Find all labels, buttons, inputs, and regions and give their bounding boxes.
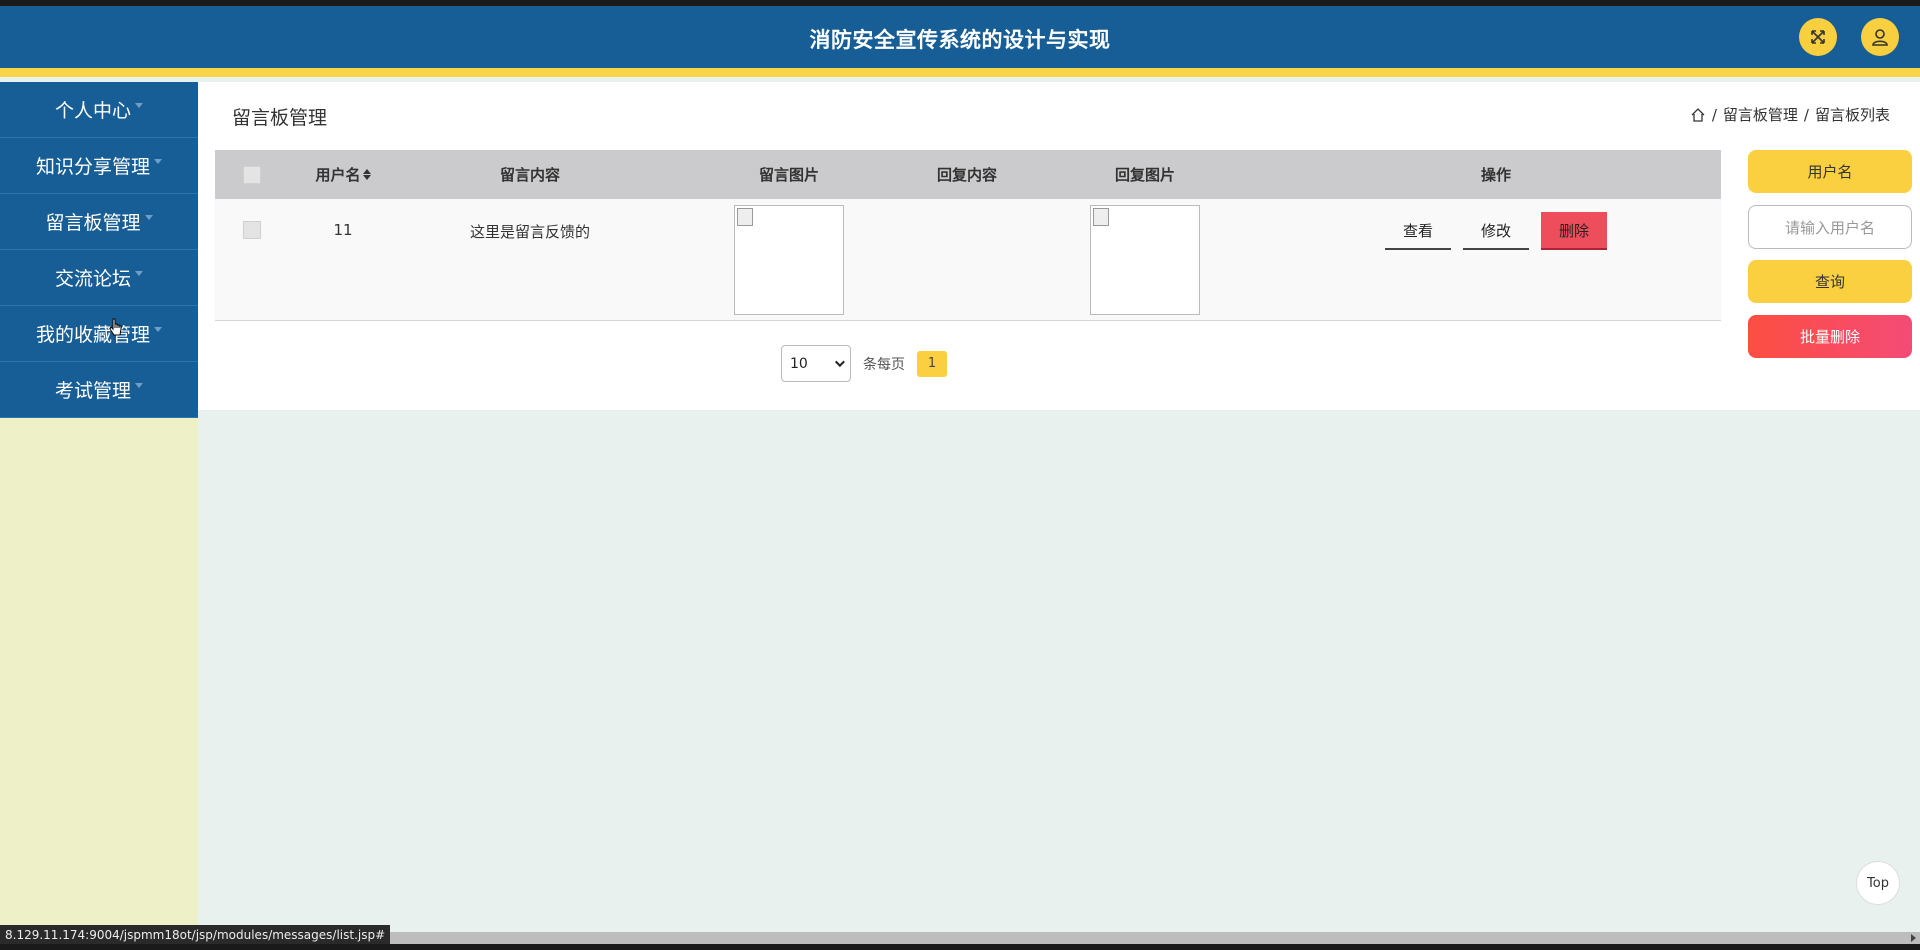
main-content: 留言板管理 / 留言板管理 / 留言板列表 用户名 留言内容 留言图片 回复内容…: [198, 82, 1920, 410]
page-number-current[interactable]: 1: [917, 350, 947, 377]
cell-username: 11: [333, 221, 353, 239]
cell-content: 这里是留言反馈的: [469, 223, 590, 241]
message-table: 用户名 留言内容 留言图片 回复内容 回复图片 操作 11 这里是留言反馈的 查…: [215, 150, 1721, 321]
caret-down-icon: [144, 215, 153, 220]
breadcrumb: / 留言板管理 / 留言板列表: [1690, 104, 1890, 125]
sidebar-item-label: 交流论坛: [54, 268, 131, 290]
sidebar-item-knowledge-share[interactable]: 知识分享管理: [0, 138, 198, 194]
reply-image: [1090, 205, 1200, 315]
back-to-top-button[interactable]: Top: [1856, 861, 1900, 905]
status-bar-url: 8.129.11.174:9004/jspmm18ot/jsp/modules/…: [0, 925, 391, 944]
column-header-content: 留言内容: [499, 166, 560, 184]
caret-down-icon: [135, 271, 143, 276]
home-icon[interactable]: [1690, 107, 1706, 123]
column-header-username[interactable]: 用户名: [289, 164, 397, 185]
select-all-checkbox[interactable]: [243, 165, 261, 184]
sidebar: 个人中心 知识分享管理 留言板管理 交流论坛 我的收藏管理 考试管理: [0, 82, 198, 934]
column-header-reply-image: 回复图片: [1114, 166, 1175, 184]
fullscreen-button[interactable]: [1799, 18, 1837, 56]
per-page-label: 条每页: [863, 356, 905, 373]
sidebar-item-forum[interactable]: 交流论坛: [0, 250, 198, 306]
query-button[interactable]: 查询: [1748, 260, 1912, 303]
page-size-value: 10: [790, 355, 808, 372]
page-size-select[interactable]: 10: [781, 345, 851, 382]
table-row: 11 这里是留言反馈的 查看 修改 删除: [215, 199, 1721, 321]
batch-delete-button[interactable]: 批量删除: [1748, 315, 1912, 358]
caret-down-icon: [154, 327, 162, 332]
column-header-image: 留言图片: [758, 166, 819, 184]
column-header-label: 用户名: [315, 166, 361, 184]
sidebar-item-label: 个人中心: [54, 100, 131, 122]
app-title: 消防安全宣传系统的设计与实现: [809, 28, 1111, 52]
cell-reply: [915, 199, 1019, 320]
sidebar-item-label: 留言板管理: [45, 212, 141, 234]
header-accent-bar: [0, 68, 1920, 77]
user-icon: [1872, 29, 1888, 46]
sidebar-item-label: 考试管理: [54, 380, 131, 402]
column-header-actions: 操作: [1480, 166, 1511, 184]
username-search-input[interactable]: 请输入用户名: [1748, 205, 1912, 249]
expand-icon: [1811, 30, 1825, 44]
mouse-cursor-icon: [109, 318, 122, 336]
caret-down-icon: [135, 103, 143, 108]
sidebar-item-exam[interactable]: 考试管理: [0, 362, 198, 418]
delete-button[interactable]: 删除: [1541, 212, 1607, 250]
breadcrumb-separator: /: [1803, 105, 1809, 124]
view-button[interactable]: 查看: [1385, 212, 1451, 250]
sidebar-item-personal-center[interactable]: 个人中心: [0, 82, 198, 138]
sidebar-item-favorites[interactable]: 我的收藏管理: [0, 306, 198, 362]
chevron-down-icon: [834, 357, 845, 368]
breadcrumb-message-board[interactable]: 留言板管理: [1723, 104, 1798, 125]
sidebar-item-message-board[interactable]: 留言板管理: [0, 194, 198, 250]
pagination: 10 条每页 1: [781, 345, 947, 382]
sidebar-item-label: 我的收藏管理: [35, 324, 150, 346]
breadcrumb-separator: /: [1711, 105, 1717, 124]
sort-icon[interactable]: [362, 169, 371, 180]
user-button[interactable]: [1861, 18, 1899, 56]
caret-down-icon: [135, 383, 143, 388]
edit-button[interactable]: 修改: [1463, 212, 1529, 250]
username-label-button: 用户名: [1748, 150, 1912, 193]
row-checkbox[interactable]: [243, 221, 261, 239]
search-panel: 用户名 请输入用户名 查询 批量删除: [1748, 150, 1912, 370]
table-header: 用户名 留言内容 留言图片 回复内容 回复图片 操作: [215, 150, 1721, 199]
scroll-right-arrow-icon[interactable]: [1911, 934, 1916, 942]
column-header-reply: 回复内容: [936, 166, 997, 184]
caret-down-icon: [154, 159, 162, 164]
page-title: 留言板管理: [232, 107, 328, 129]
message-image: [734, 205, 844, 315]
app-header: 消防安全宣传系统的设计与实现: [0, 6, 1920, 68]
sidebar-item-label: 知识分享管理: [35, 156, 150, 178]
breadcrumb-message-list: 留言板列表: [1814, 106, 1890, 124]
window-bottom-strip: [0, 944, 1920, 950]
